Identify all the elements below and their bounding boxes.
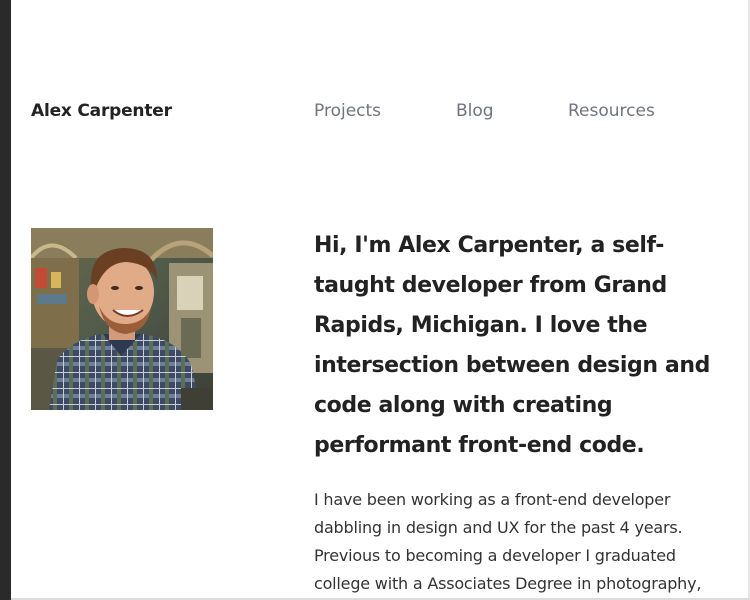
nav-link-projects[interactable]: Projects <box>314 101 381 121</box>
intro-heading: Hi, I'm Alex Carpenter, a self-taught de… <box>314 233 710 458</box>
nav-link-resources[interactable]: Resources <box>568 101 655 121</box>
nav-link-blog[interactable]: Blog <box>456 101 494 121</box>
profile-photo <box>31 228 213 410</box>
left-accent-bar <box>0 0 11 600</box>
site-title-link[interactable]: Alex Carpenter <box>31 101 172 121</box>
intro-paragraph: I have been working as a front-end devel… <box>314 490 702 593</box>
